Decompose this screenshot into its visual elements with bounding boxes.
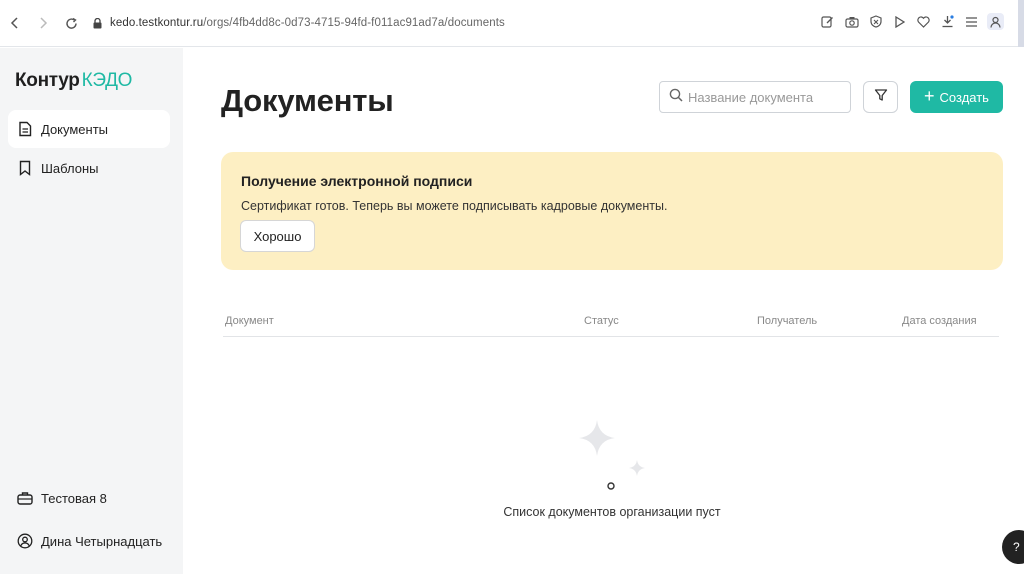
logo-accent-text: КЭДО xyxy=(81,70,133,91)
sidebar: Контур КЭДО Документы Шаблоны Тестовая 8 … xyxy=(0,48,183,574)
column-header-document[interactable]: Документ xyxy=(225,315,274,327)
create-button[interactable]: + Создать xyxy=(910,81,1003,113)
banner-title: Получение электронной подписи xyxy=(241,173,473,189)
ok-button[interactable]: Хорошо xyxy=(240,220,315,252)
column-header-date[interactable]: Дата создания xyxy=(902,315,977,327)
edit-icon[interactable] xyxy=(819,13,836,30)
empty-state-sparkle-icon xyxy=(573,418,653,498)
reload-icon[interactable] xyxy=(60,12,82,34)
browser-tools xyxy=(819,13,1004,30)
organization-name: Тестовая 8 xyxy=(41,490,107,506)
address-bar[interactable]: kedo.testkontur.ru/orgs/4fb4dd8c-0d73-47… xyxy=(110,17,505,29)
briefcase-icon xyxy=(17,490,33,506)
url-host: kedo.testkontur.ru xyxy=(110,17,204,29)
lock-icon xyxy=(90,16,104,30)
sidebar-item-templates[interactable]: Шаблоны xyxy=(8,149,170,187)
camera-icon[interactable] xyxy=(843,13,860,30)
page-title: Документы xyxy=(221,83,394,118)
table-header: Документ Статус Получатель Дата создания xyxy=(223,312,999,337)
menu-icon[interactable] xyxy=(963,13,980,30)
sidebar-organization[interactable]: Тестовая 8 xyxy=(8,479,170,517)
create-button-label: Создать xyxy=(939,89,989,105)
kontur-kedo-logo[interactable]: Контур КЭДО xyxy=(15,70,132,92)
user-name: Дина Четырнадцать xyxy=(41,533,163,549)
user-circle-icon xyxy=(17,533,33,549)
logo-main-text: Контур xyxy=(15,70,80,91)
banner-text: Сертификат готов. Теперь вы можете подпи… xyxy=(241,199,668,213)
sidebar-item-label: Документы xyxy=(41,121,109,137)
download-icon[interactable] xyxy=(939,13,956,30)
heart-icon[interactable] xyxy=(915,13,932,30)
signature-banner: Получение электронной подписи Сертификат… xyxy=(221,152,1003,270)
filter-button[interactable] xyxy=(863,81,898,113)
bookmark-icon xyxy=(17,160,33,176)
help-label: ? xyxy=(1013,540,1020,554)
document-icon xyxy=(17,121,33,137)
play-icon[interactable] xyxy=(891,13,908,30)
search-icon xyxy=(669,88,683,107)
url-path: /orgs/4fb4dd8c-0d73-4715-94fd-f011ac91ad… xyxy=(203,17,505,29)
shield-icon[interactable] xyxy=(867,13,884,30)
column-header-status[interactable]: Статус xyxy=(584,315,619,327)
window-edge xyxy=(1018,0,1024,47)
main-content: Документы + Создать Получение электронно… xyxy=(183,48,1024,574)
browser-toolbar: kedo.testkontur.ru/orgs/4fb4dd8c-0d73-47… xyxy=(0,0,1024,47)
sidebar-item-label: Шаблоны xyxy=(41,160,99,176)
column-header-recipient[interactable]: Получатель xyxy=(757,315,817,327)
empty-state-text: Список документов организации пуст xyxy=(503,505,721,519)
plus-icon: + xyxy=(924,86,935,106)
profile-icon[interactable] xyxy=(987,13,1004,30)
filter-icon xyxy=(874,88,888,107)
search-box[interactable] xyxy=(659,81,851,113)
sidebar-item-documents[interactable]: Документы xyxy=(8,110,170,148)
sidebar-user[interactable]: Дина Четырнадцать xyxy=(8,522,170,560)
search-input[interactable] xyxy=(688,89,838,105)
forward-icon[interactable] xyxy=(32,12,54,34)
back-icon[interactable] xyxy=(4,12,26,34)
